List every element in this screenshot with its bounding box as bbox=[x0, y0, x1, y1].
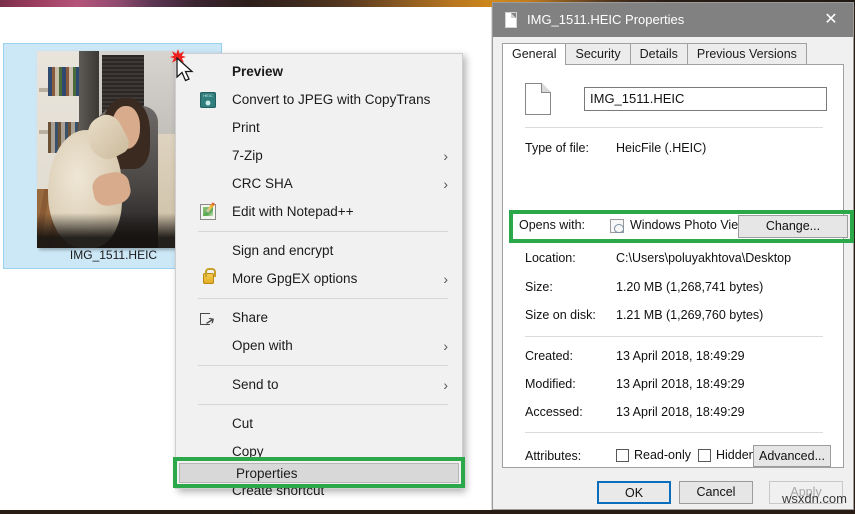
row-modified: Modified: 13 April 2018, 18:49:29 bbox=[525, 377, 831, 396]
read-only-label: Read-only bbox=[634, 448, 691, 462]
file-thumbnail bbox=[37, 51, 178, 248]
tab-general[interactable]: General bbox=[502, 43, 566, 65]
screenshot-root: IMG_1511.HEIC Preview Convert to JPEG wi… bbox=[0, 0, 855, 514]
field-value: 13 April 2018, 18:49:29 bbox=[616, 349, 745, 363]
menu-item-copy[interactable]: Copy bbox=[176, 438, 462, 466]
photo-shadow bbox=[37, 213, 178, 248]
menu-item-edit-with-notepadpp[interactable]: Edit with Notepad++ bbox=[176, 198, 462, 226]
notepad-plus-plus-icon bbox=[200, 204, 216, 220]
field-label: Size on disk: bbox=[525, 308, 596, 322]
menu-separator bbox=[198, 365, 448, 366]
field-label: Size: bbox=[525, 280, 553, 294]
menu-item-label: CRC SHA bbox=[232, 176, 293, 191]
row-size-on-disk: Size on disk: 1.21 MB (1,269,760 bytes) bbox=[525, 308, 831, 327]
chevron-right-icon: › bbox=[443, 332, 448, 360]
divider bbox=[525, 127, 823, 128]
chevron-right-icon: › bbox=[443, 142, 448, 170]
field-label: Type of file: bbox=[525, 141, 589, 155]
menu-item-label: Cut bbox=[232, 416, 253, 431]
close-icon[interactable]: ✕ bbox=[809, 3, 853, 37]
photo-preview bbox=[37, 51, 178, 248]
field-label: Location: bbox=[525, 251, 576, 265]
menu-item-convert-to-jpeg[interactable]: Convert to JPEG with CopyTrans bbox=[176, 86, 462, 114]
properties-dialog: IMG_1511.HEIC Properties ✕ General Secur… bbox=[492, 2, 854, 510]
context-menu[interactable]: Preview Convert to JPEG with CopyTrans P… bbox=[175, 53, 463, 489]
read-only-checkbox[interactable] bbox=[616, 449, 629, 462]
mouse-cursor-icon bbox=[176, 57, 194, 83]
menu-item-label: Convert to JPEG with CopyTrans bbox=[232, 92, 430, 107]
field-value: 1.20 MB (1,268,741 bytes) bbox=[616, 280, 763, 294]
menu-item-properties[interactable]: Properties bbox=[179, 463, 459, 483]
field-value: 13 April 2018, 18:49:29 bbox=[616, 405, 745, 419]
field-label: Accessed: bbox=[525, 405, 583, 419]
chevron-right-icon: › bbox=[443, 265, 448, 293]
ok-button[interactable]: OK bbox=[597, 481, 671, 504]
field-value: 1.21 MB (1,269,760 bytes) bbox=[616, 308, 763, 322]
tab-security[interactable]: Security bbox=[565, 43, 630, 65]
menu-item-cut[interactable]: Cut bbox=[176, 410, 462, 438]
menu-item-label: 7-Zip bbox=[232, 148, 263, 163]
menu-item-label: Send to bbox=[232, 377, 279, 392]
tab-details[interactable]: Details bbox=[630, 43, 688, 65]
menu-item-share[interactable]: Share bbox=[176, 304, 462, 332]
field-label: Created: bbox=[525, 349, 573, 363]
menu-separator bbox=[198, 298, 448, 299]
lock-icon bbox=[203, 273, 214, 284]
menu-item-sign-and-encrypt[interactable]: Sign and encrypt bbox=[176, 237, 462, 265]
menu-item-label: Create shortcut bbox=[232, 483, 324, 498]
row-created: Created: 13 April 2018, 18:49:29 bbox=[525, 349, 831, 368]
row-type-of-file: Type of file: HeicFile (.HEIC) bbox=[525, 141, 831, 160]
menu-item-crc-sha[interactable]: CRC SHA › bbox=[176, 170, 462, 198]
menu-item-label: Properties bbox=[236, 464, 298, 484]
dialog-title-bar[interactable]: IMG_1511.HEIC Properties ✕ bbox=[493, 3, 853, 37]
field-label: Attributes: bbox=[525, 449, 581, 463]
menu-item-open-with[interactable]: Open with › bbox=[176, 332, 462, 360]
menu-item-7-zip[interactable]: 7-Zip › bbox=[176, 142, 462, 170]
annotation-highlight-opens-with bbox=[509, 210, 854, 243]
field-value: C:\Users\poluyakhtova\Desktop bbox=[616, 251, 791, 265]
field-value: 13 April 2018, 18:49:29 bbox=[616, 377, 745, 391]
menu-item-label: Print bbox=[232, 120, 260, 135]
chevron-right-icon: › bbox=[443, 371, 448, 399]
share-icon bbox=[200, 310, 216, 326]
dialog-body: General Security Details Previous Versio… bbox=[493, 37, 853, 477]
menu-separator bbox=[198, 404, 448, 405]
menu-item-label: Share bbox=[232, 310, 268, 325]
menu-item-label: Open with bbox=[232, 338, 293, 353]
watermark-text: wsxdn.com bbox=[782, 491, 847, 506]
divider bbox=[525, 432, 823, 433]
file-type-icon bbox=[525, 83, 551, 115]
menu-item-label: Preview bbox=[232, 64, 283, 79]
cancel-button[interactable]: Cancel bbox=[679, 481, 753, 504]
menu-item-more-gpgex-options[interactable]: More GpgEX options › bbox=[176, 265, 462, 293]
chevron-right-icon: › bbox=[443, 170, 448, 198]
menu-item-send-to[interactable]: Send to › bbox=[176, 371, 462, 399]
row-accessed: Accessed: 13 April 2018, 18:49:29 bbox=[525, 405, 831, 424]
menu-item-print[interactable]: Print bbox=[176, 114, 462, 142]
file-icon bbox=[505, 12, 517, 28]
hidden-checkbox[interactable] bbox=[698, 449, 711, 462]
advanced-button[interactable]: Advanced... bbox=[753, 445, 831, 467]
filename-input[interactable]: IMG_1511.HEIC bbox=[584, 87, 827, 111]
field-value: HeicFile (.HEIC) bbox=[616, 141, 706, 155]
menu-item-delete[interactable]: Delete bbox=[176, 505, 462, 514]
tab-panel-general: IMG_1511.HEIC Type of file: HeicFile (.H… bbox=[502, 64, 844, 468]
menu-separator bbox=[198, 231, 448, 232]
menu-item-label: Sign and encrypt bbox=[232, 243, 333, 258]
menu-item-label: Edit with Notepad++ bbox=[232, 204, 354, 219]
menu-item-preview[interactable]: Preview bbox=[176, 58, 462, 86]
file-explorer-window: IMG_1511.HEIC Preview Convert to JPEG wi… bbox=[0, 7, 492, 510]
heic-copytrans-icon bbox=[200, 92, 216, 108]
tab-strip: General Security Details Previous Versio… bbox=[502, 43, 844, 65]
row-location: Location: C:\Users\poluyakhtova\Desktop bbox=[525, 251, 831, 270]
tab-previous-versions[interactable]: Previous Versions bbox=[687, 43, 807, 65]
dialog-title: IMG_1511.HEIC Properties bbox=[527, 3, 684, 37]
row-size: Size: 1.20 MB (1,268,741 bytes) bbox=[525, 280, 831, 299]
field-label: Modified: bbox=[525, 377, 576, 391]
menu-item-label: More GpgEX options bbox=[232, 271, 357, 286]
hidden-label: Hidden bbox=[716, 448, 756, 462]
menu-item-label: Copy bbox=[232, 444, 264, 459]
divider bbox=[525, 336, 823, 337]
row-attributes: Attributes: Read-only Hidden Advanced... bbox=[525, 445, 831, 468]
